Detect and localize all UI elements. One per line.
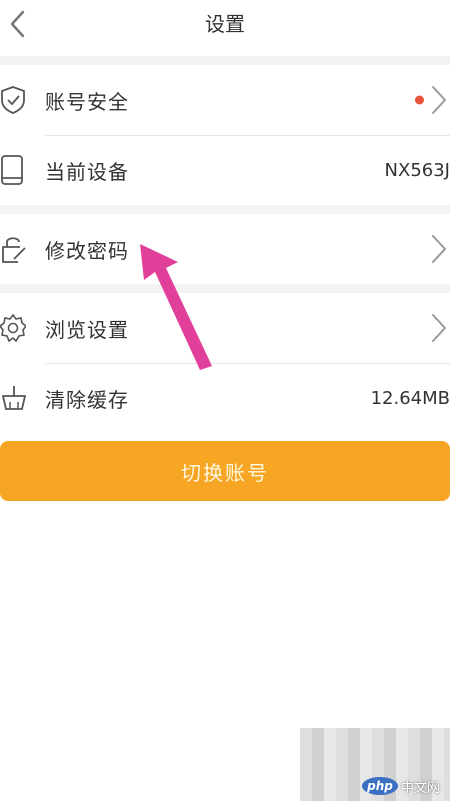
php-logo: php <box>362 777 398 795</box>
watermark-logo: php 中文网 <box>362 776 440 796</box>
chevron-right-icon <box>432 314 446 342</box>
switch-account-button[interactable]: 切换账号 <box>0 441 450 501</box>
cache-size-value: 12.64MB <box>370 387 450 409</box>
header-bar: 设置 <box>0 0 450 56</box>
section-gap <box>0 284 450 293</box>
page-title: 设置 <box>205 11 245 36</box>
section-gap <box>0 56 450 65</box>
annotation-arrow <box>140 244 212 370</box>
notification-dot <box>415 95 424 105</box>
watermark: php 中文网 <box>300 728 450 801</box>
switch-account-label: 切换账号 <box>181 460 269 485</box>
back-button[interactable] <box>2 6 32 42</box>
device-model-value: NX563J <box>384 159 450 181</box>
section-password: 修改密码 <box>0 214 450 284</box>
broom-icon <box>0 381 28 415</box>
row-clear-cache[interactable]: 清除缓存 12.64MB <box>0 363 450 433</box>
section-account: 账号安全 当前设备 NX563J <box>0 65 450 205</box>
section-gap <box>0 205 450 214</box>
chevron-right-icon <box>432 235 446 263</box>
section-spacer <box>0 433 450 441</box>
row-browse-settings[interactable]: 浏览设置 <box>0 293 450 363</box>
gear-icon <box>0 311 28 345</box>
row-change-password[interactable]: 修改密码 <box>0 214 450 284</box>
section-browse: 浏览设置 清除缓存 12.64MB <box>0 293 450 433</box>
chevron-right-icon <box>432 86 446 114</box>
chevron-left-icon <box>10 10 25 38</box>
row-label: 账号安全 <box>45 89 129 114</box>
lock-edit-icon <box>0 232 28 266</box>
row-label: 修改密码 <box>45 238 129 263</box>
row-label: 清除缓存 <box>45 387 129 412</box>
row-label: 浏览设置 <box>45 317 129 342</box>
row-account-security[interactable]: 账号安全 <box>0 65 450 135</box>
row-current-device[interactable]: 当前设备 NX563J <box>0 135 450 205</box>
phone-icon <box>0 153 28 187</box>
row-label: 当前设备 <box>45 159 129 184</box>
watermark-site-text: 中文网 <box>401 780 441 796</box>
shield-icon <box>0 83 28 117</box>
